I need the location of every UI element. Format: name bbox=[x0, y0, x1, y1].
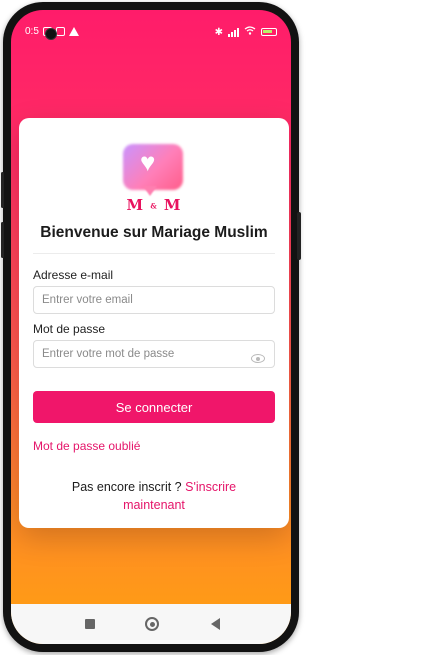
back-icon[interactable] bbox=[211, 618, 220, 630]
signup-prompt-text: Pas encore inscrit ? bbox=[71, 480, 182, 494]
navigation-bar bbox=[11, 604, 291, 644]
phone-frame: 0:5 ✱ ♥ M & M Bienvenue sur Mariage Musl… bbox=[1, 2, 301, 652]
recent-apps-icon[interactable] bbox=[85, 619, 95, 629]
status-right: ✱ bbox=[215, 26, 277, 38]
status-bar: 0:5 ✱ bbox=[11, 10, 291, 50]
volume-button bbox=[1, 172, 4, 208]
home-icon[interactable] bbox=[145, 617, 159, 631]
app-logo: ♥ M & M bbox=[119, 140, 189, 214]
front-camera bbox=[45, 28, 57, 40]
signal-icon bbox=[228, 27, 239, 37]
bluetooth-icon: ✱ bbox=[214, 26, 223, 38]
logo-bubble-tail bbox=[143, 186, 157, 196]
screen: 0:5 ✱ ♥ M & M Bienvenue sur Mariage Musl… bbox=[11, 10, 291, 644]
forgot-password-link[interactable]: Mot de passe oublié bbox=[33, 439, 140, 453]
warning-icon bbox=[68, 27, 79, 36]
eye-icon[interactable] bbox=[251, 354, 265, 363]
heart-icon: ♥ bbox=[140, 147, 156, 177]
logo-letter-right: M bbox=[163, 196, 182, 214]
power-button bbox=[297, 212, 301, 260]
wifi-icon bbox=[244, 26, 256, 38]
login-card: ♥ M & M Bienvenue sur Mariage Muslim Adr… bbox=[19, 118, 289, 528]
status-time: 0:5 bbox=[25, 26, 39, 37]
email-field[interactable] bbox=[33, 286, 275, 314]
logo-monogram: M & M bbox=[119, 196, 189, 214]
password-field[interactable] bbox=[33, 340, 275, 368]
sim-icon bbox=[55, 27, 65, 36]
page-title: Bienvenue sur Mariage Muslim bbox=[40, 224, 268, 241]
title-divider bbox=[33, 253, 275, 254]
logo-letter-left: M bbox=[126, 196, 145, 214]
volume-button-lower bbox=[1, 222, 4, 258]
battery-icon bbox=[261, 28, 277, 36]
signup-prompt: Pas encore inscrit ? S'inscrire maintena… bbox=[49, 478, 259, 514]
email-label: Adresse e-mail bbox=[33, 268, 114, 282]
login-button[interactable]: Se connecter bbox=[33, 391, 275, 423]
logo-ampersand: & bbox=[150, 201, 158, 211]
password-label: Mot de passe bbox=[33, 322, 106, 336]
